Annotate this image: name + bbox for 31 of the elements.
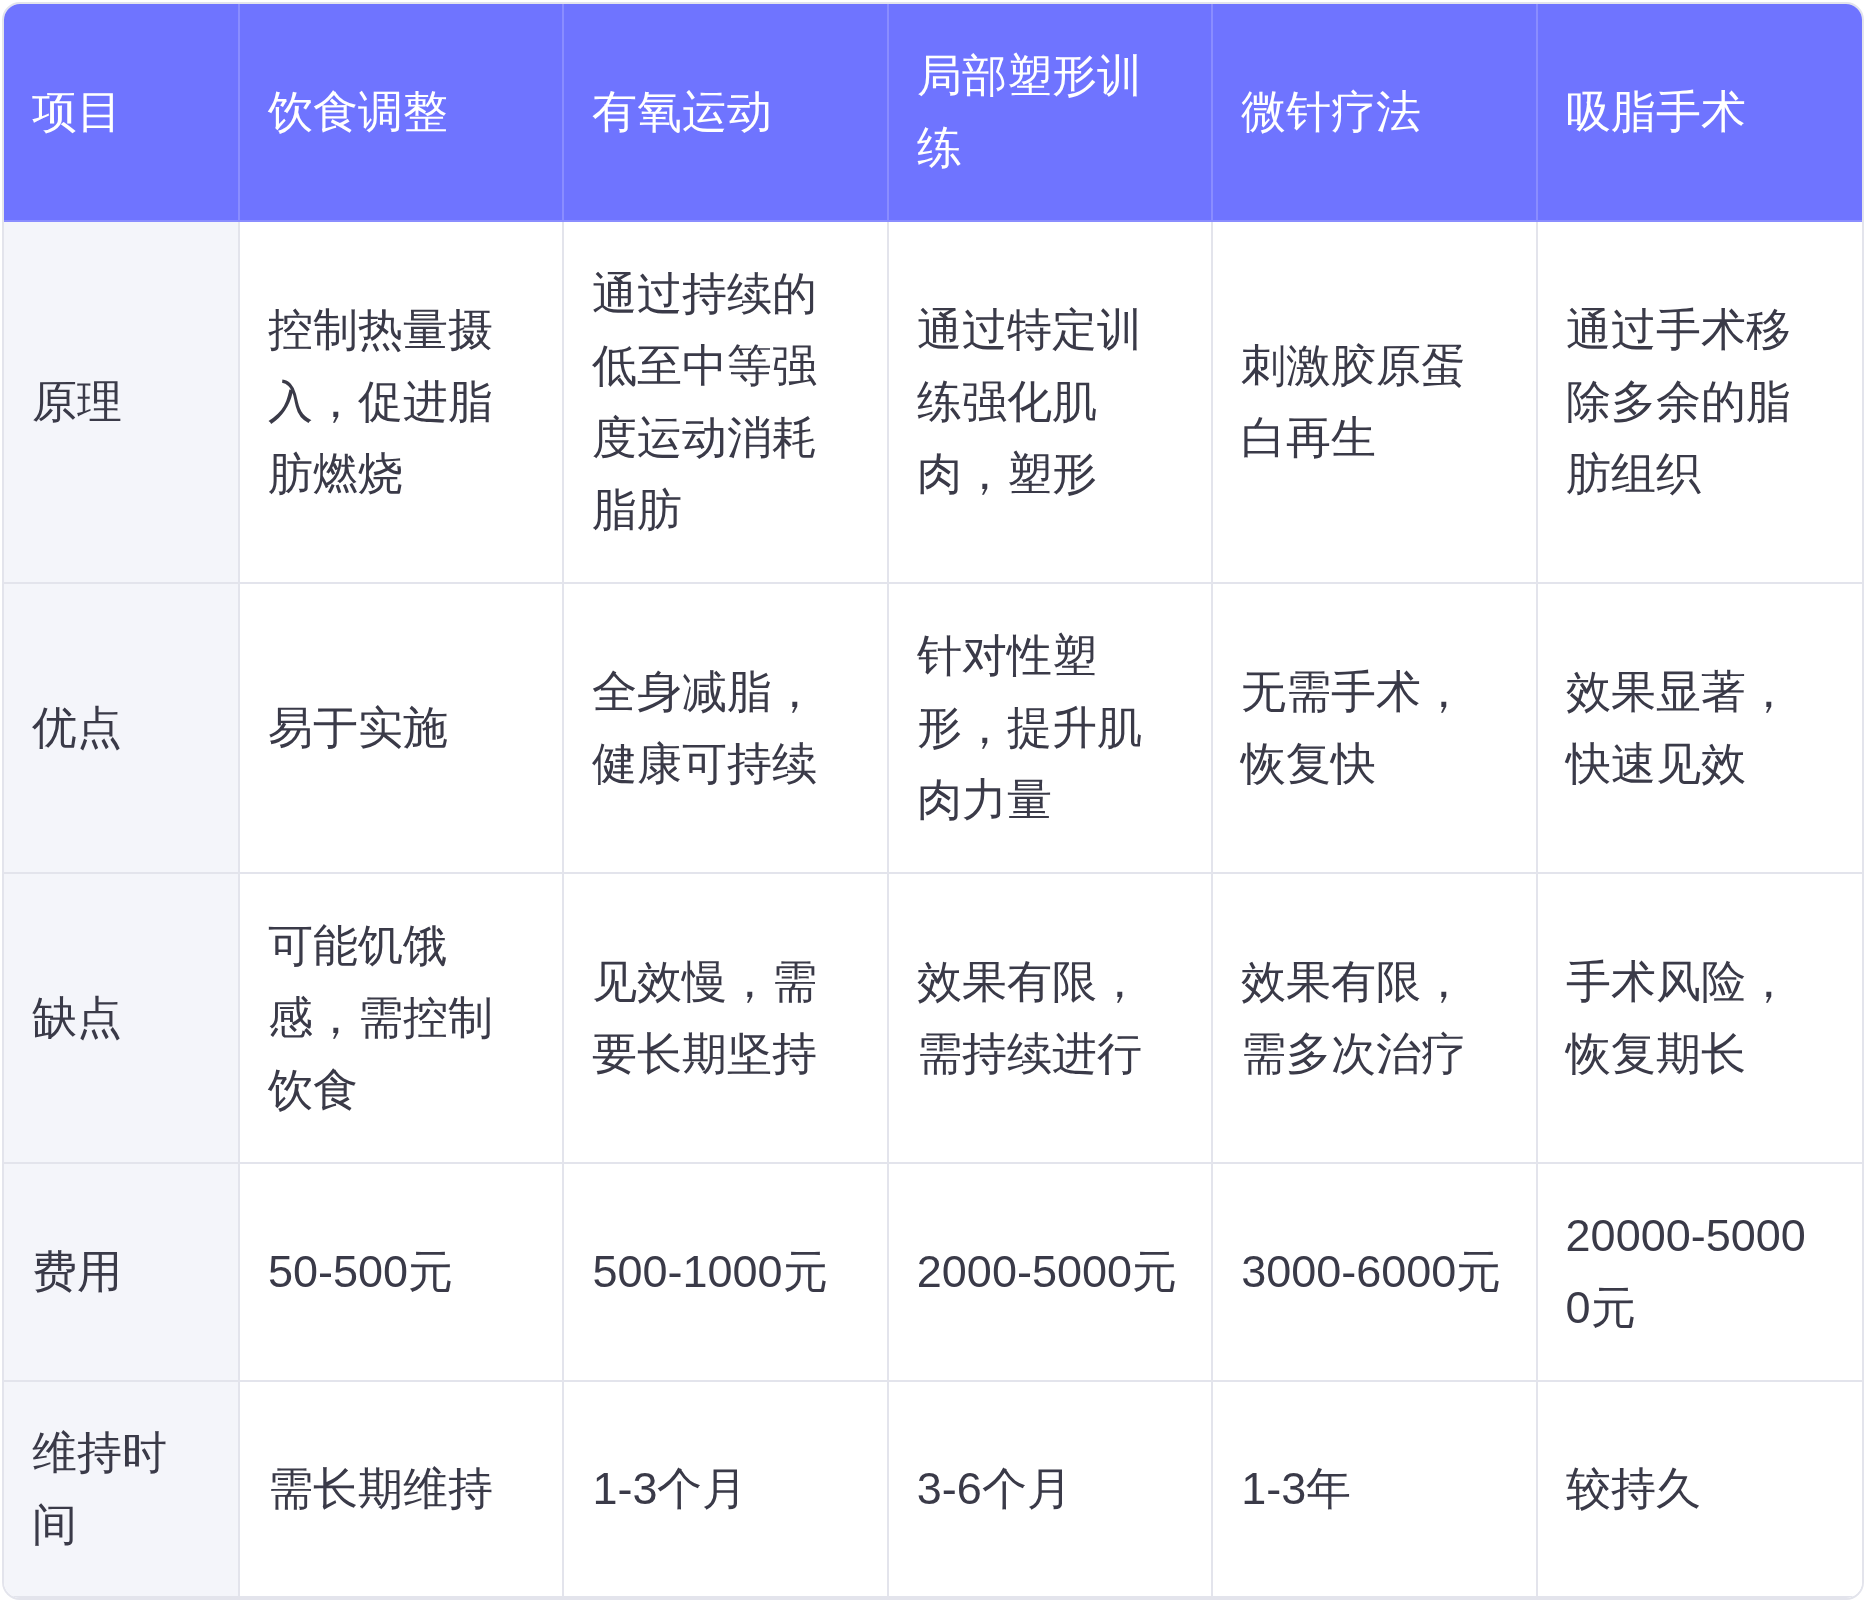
table-cell: 3000-6000元: [1213, 1164, 1538, 1382]
table-cell: 1-3年: [1213, 1382, 1538, 1598]
table-cell: 2000-5000元: [888, 1164, 1214, 1382]
table-cell: 需长期维持: [240, 1382, 565, 1598]
column-header: 局部塑形训练: [888, 4, 1214, 222]
row-header: 费用: [4, 1164, 240, 1382]
row-header: 优点: [4, 584, 240, 874]
table-cell: 3-6个月: [888, 1382, 1214, 1598]
table-cell: 易于实施: [240, 584, 565, 874]
table-cell: 50-500元: [240, 1164, 565, 1382]
table-cell: 通过特定训练强化肌肉，塑形: [888, 222, 1214, 584]
column-header: 微针疗法: [1213, 4, 1538, 222]
table-cell: 见效慢，需要长期坚持: [564, 874, 889, 1164]
column-header: 饮食调整: [240, 4, 565, 222]
column-header: 项目: [4, 4, 240, 222]
table-cell: 通过持续的低至中等强度运动消耗脂肪: [564, 222, 889, 584]
table-cell: 刺激胶原蛋白再生: [1213, 222, 1538, 584]
row-header: 原理: [4, 222, 240, 584]
table-cell: 针对性塑形，提升肌肉力量: [888, 584, 1214, 874]
column-header: 有氧运动: [564, 4, 889, 222]
row-header: 维持时间: [4, 1382, 240, 1598]
table-cell: 1-3个月: [564, 1382, 889, 1598]
table-cell: 效果有限，需多次治疗: [1213, 874, 1538, 1164]
table-cell: 无需手术，恢复快: [1213, 584, 1538, 874]
table-cell: 全身减脂，健康可持续: [564, 584, 889, 874]
column-header: 吸脂手术: [1537, 4, 1862, 222]
row-header: 缺点: [4, 874, 240, 1164]
table-cell: 500-1000元: [564, 1164, 889, 1382]
table-cell: 控制热量摄入，促进脂肪燃烧: [240, 222, 565, 584]
table-cell: 效果有限，需持续进行: [888, 874, 1214, 1164]
table-cell: 可能饥饿感，需控制饮食: [240, 874, 565, 1164]
